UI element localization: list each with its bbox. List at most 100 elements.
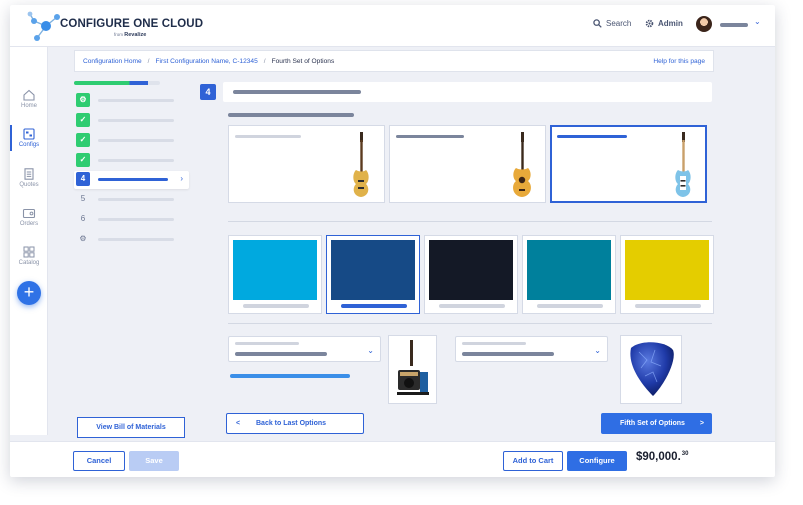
back-button-label: Back to Last Options <box>256 420 327 427</box>
step-item-6[interactable]: 6 <box>74 211 189 229</box>
add-to-cart-button[interactable]: Add to Cart <box>503 451 563 471</box>
user-name-placeholder[interactable] <box>720 23 748 27</box>
nav-item-home[interactable]: Home <box>10 89 48 109</box>
nav-label: Catalog <box>18 260 40 266</box>
step-item-3[interactable]: ✓ <box>74 132 189 150</box>
page-title-placeholder <box>233 90 361 94</box>
swatch-color <box>233 240 317 300</box>
step-label-placeholder <box>98 178 168 181</box>
configure-button[interactable]: Configure <box>567 451 627 471</box>
chevron-down-icon[interactable]: ⌄ <box>754 17 761 26</box>
electric-guitar-image <box>353 132 369 197</box>
nav-item-quotes[interactable]: Quotes <box>10 168 48 188</box>
color-swatch[interactable] <box>228 235 322 314</box>
option-label-placeholder <box>396 135 464 138</box>
dropdown-value-placeholder <box>462 352 554 356</box>
guitar-option-card-selected[interactable] <box>550 125 707 203</box>
nav-label: Orders <box>19 221 39 227</box>
check-icon: ✓ <box>76 153 90 167</box>
chevron-right-icon: > <box>699 420 704 427</box>
search-button[interactable]: Search <box>593 19 631 28</box>
step-number-badge: 5 <box>80 194 86 203</box>
order-icon <box>22 208 36 219</box>
back-to-last-options-button[interactable]: < Back to Last Options <box>226 413 364 434</box>
nav-label: Quotes <box>19 182 39 188</box>
save-button[interactable]: Save <box>129 451 179 471</box>
admin-button[interactable]: Admin <box>645 19 683 28</box>
breadcrumb: Configuration Home / First Configuration… <box>74 50 714 72</box>
next-button-label: Fifth Set of Options <box>620 420 685 427</box>
dropdown-helper-placeholder <box>230 374 350 378</box>
accessory-dropdown[interactable]: ⌄ <box>228 336 381 362</box>
step-item-4[interactable]: ✓ <box>74 152 189 170</box>
breadcrumb-current: Fourth Set of Options <box>271 57 335 65</box>
chevron-down-icon: ⌄ <box>367 346 374 355</box>
color-swatch[interactable] <box>424 235 518 314</box>
breadcrumb-link-configuration[interactable]: First Configuration Name, C-12345 <box>156 58 258 65</box>
footer-bar: Cancel Save Add to Cart Configure $90,00… <box>10 441 775 477</box>
acoustic-guitar-image <box>513 132 531 197</box>
add-button[interactable]: + <box>17 281 41 305</box>
top-bar: CONFIGURE ONE CLOUD from Revalize Search… <box>10 5 775 47</box>
swatch-label-placeholder <box>537 304 603 308</box>
quote-icon <box>24 168 34 180</box>
breadcrumb-link-home[interactable]: Configuration Home <box>83 58 142 65</box>
step-gear-badge: ⚙ <box>76 93 90 107</box>
swatch-label-placeholder <box>439 304 505 308</box>
page-step-badge: 4 <box>200 84 216 100</box>
guitar-pick-image <box>620 335 682 404</box>
chevron-left-icon: < <box>236 420 241 427</box>
config-icon <box>23 128 35 140</box>
gear-icon: ⚙ <box>79 234 87 243</box>
catalog-icon <box>23 246 35 258</box>
step-label-placeholder <box>98 238 174 241</box>
brand-sub: from Revalize <box>114 32 147 38</box>
step-label-placeholder <box>98 198 174 201</box>
step-number-badge: 6 <box>80 214 86 223</box>
nav-label: Home <box>20 103 37 109</box>
breadcrumb-separator: / <box>263 57 266 65</box>
color-swatch-selected[interactable] <box>326 235 420 314</box>
step-item-1[interactable]: ⚙ <box>74 92 189 110</box>
section-divider <box>228 221 712 222</box>
step-label-placeholder <box>98 99 174 102</box>
electric-guitar-image <box>675 132 691 197</box>
cancel-button[interactable]: Cancel <box>73 451 125 471</box>
step-item-current[interactable]: 4 › <box>74 171 189 189</box>
step-item-5[interactable]: 5 <box>74 191 189 209</box>
swatch-color <box>625 240 709 300</box>
admin-label: Admin <box>658 19 683 28</box>
nav-item-orders[interactable]: Orders <box>10 207 48 227</box>
accessory-dropdown[interactable]: ⌄ <box>455 336 608 362</box>
avatar[interactable] <box>696 16 712 32</box>
search-icon <box>593 19 602 28</box>
step-item-2[interactable]: ✓ <box>74 112 189 130</box>
nav-item-catalog[interactable]: Catalog <box>10 246 48 266</box>
fifth-set-of-options-button[interactable]: Fifth Set of Options > <box>601 413 712 434</box>
view-bill-of-materials-button[interactable]: View Bill of Materials <box>77 417 185 438</box>
step-item-final[interactable]: ⚙ <box>74 231 189 249</box>
help-link[interactable]: Help for this page <box>653 58 705 65</box>
color-swatch[interactable] <box>620 235 714 314</box>
guitar-option-card[interactable] <box>389 125 546 203</box>
step-label-placeholder <box>98 139 174 142</box>
network-logo-icon <box>27 11 60 41</box>
step-label-placeholder <box>98 159 174 162</box>
guitar-option-card[interactable] <box>228 125 385 203</box>
gear-icon <box>645 19 654 28</box>
search-label: Search <box>606 19 632 28</box>
nav-label: Configs <box>18 142 40 148</box>
brand-name: CONFIGURE ONE CLOUD <box>60 18 204 30</box>
swatch-color <box>331 240 415 300</box>
color-swatch[interactable] <box>522 235 616 314</box>
guitar-pick-icon <box>630 342 674 396</box>
step-progress-bar <box>74 81 160 85</box>
dropdown-value-placeholder <box>235 352 327 356</box>
swatch-label-placeholder <box>243 304 309 308</box>
nav-item-configs[interactable]: Configs <box>10 125 48 151</box>
swatch-color <box>429 240 513 300</box>
step-label-placeholder <box>98 119 174 122</box>
option-label-placeholder <box>557 135 627 138</box>
swatch-label-placeholder <box>341 304 407 308</box>
swatch-label-placeholder <box>635 304 701 308</box>
